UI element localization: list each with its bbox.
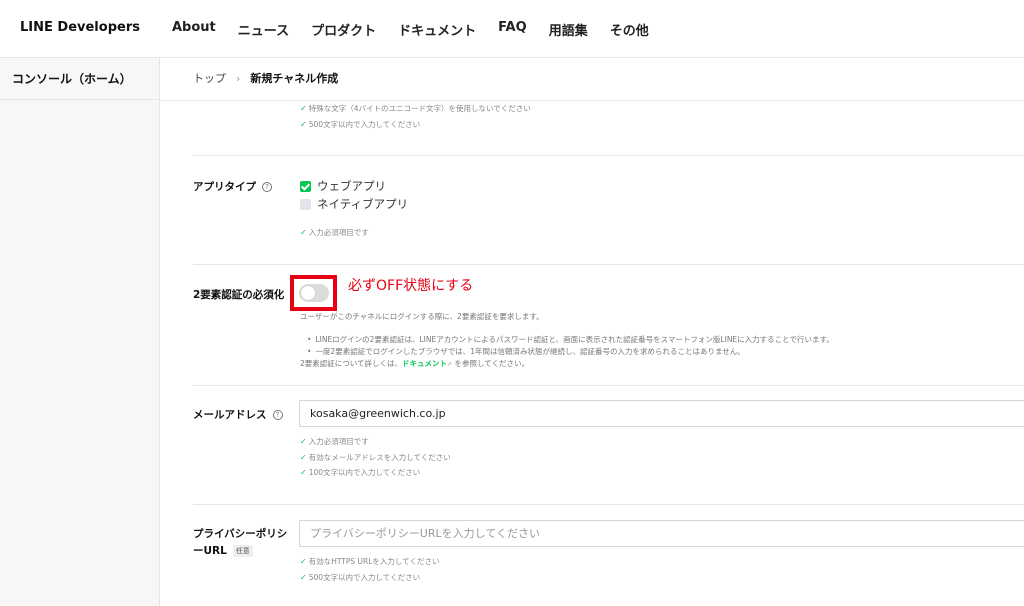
breadcrumb-separator: ›	[236, 71, 241, 85]
divider	[160, 100, 1024, 101]
two-factor-bullet: 一度2要素認証でログインしたブラウザでは、1年間は信頼済み状態が継続し、認証番号…	[307, 346, 744, 357]
hint-max-500: ✓ 500文字以内で入力してください	[300, 573, 421, 582]
check-icon: ✓	[300, 104, 307, 113]
checkbox-checked-icon[interactable]	[300, 180, 311, 192]
highlight-box	[290, 275, 337, 311]
hint-max-100: ✓ 100文字以内で入力してください	[300, 468, 421, 477]
check-icon: ✓	[300, 468, 307, 477]
divider	[193, 155, 1024, 156]
hint-no-special-chars: ✓ 特殊な文字（4バイトのユニコード文字）を使用しないでください	[300, 104, 531, 113]
header: LINE Developers About ニュース プロダクト ドキュメント …	[0, 0, 1024, 58]
nav-glossary[interactable]: 用語集	[549, 20, 588, 39]
nav-news[interactable]: ニュース	[238, 20, 289, 39]
two-factor-more-info: 2要素認証について詳しくは、ドキュメント↗ を参照してください。	[300, 359, 530, 368]
hint-valid-email: ✓ 有効なメールアドレスを入力してください	[300, 453, 451, 462]
check-icon: ✓	[300, 453, 307, 462]
main-nav: About ニュース プロダクト ドキュメント FAQ 用語集 その他	[172, 20, 649, 39]
email-field[interactable]	[299, 400, 1024, 427]
divider	[193, 385, 1024, 386]
logo[interactable]: LINE Developers	[20, 20, 140, 35]
hint-required: ✓ 入力必須項目です	[300, 228, 369, 237]
email-label: メールアドレス?	[193, 407, 283, 422]
checkbox-unchecked-icon[interactable]	[300, 198, 311, 210]
sidebar-item-console-home[interactable]: コンソール（ホーム）	[0, 58, 159, 100]
check-icon: ✓	[300, 573, 307, 582]
app-type-label: アプリタイプ?	[193, 179, 272, 194]
privacy-url-field[interactable]	[299, 520, 1024, 547]
nav-products[interactable]: プロダクト	[311, 20, 376, 39]
check-icon: ✓	[300, 228, 307, 237]
check-icon: ✓	[300, 120, 307, 129]
hint-valid-https: ✓ 有効なHTTPS URLを入力してください	[300, 557, 440, 566]
breadcrumb-current: 新規チャネル作成	[250, 72, 339, 85]
option-label: ネイティブアプリ	[317, 197, 409, 211]
hint-required: ✓ 入力必須項目です	[300, 437, 369, 446]
breadcrumb-top[interactable]: トップ	[193, 70, 226, 86]
app-type-option-web[interactable]: ウェブアプリ	[300, 178, 386, 194]
check-icon: ✓	[300, 437, 307, 446]
check-icon: ✓	[300, 557, 307, 566]
optional-badge: 任意	[232, 545, 253, 557]
help-icon[interactable]: ?	[272, 410, 283, 420]
privacy-label-line2: ーURL 任意	[193, 543, 253, 558]
privacy-label: プライバシーポリシ	[193, 528, 288, 540]
documentation-link[interactable]: ドキュメント	[402, 359, 447, 368]
annotation-text: 必ずOFF状態にする	[348, 278, 474, 294]
two-factor-description: ユーザーがこのチャネルにログインする際に、2要素認証を要求します。	[300, 312, 544, 321]
sidebar: コンソール（ホーム）	[0, 58, 160, 606]
divider	[193, 504, 1024, 505]
help-icon[interactable]: ?	[262, 182, 272, 192]
option-label: ウェブアプリ	[317, 179, 386, 193]
two-factor-bullet: LINEログインの2要素認証は、LINEアカウントによるパスワード認証と、画面に…	[307, 334, 833, 345]
nav-faq[interactable]: FAQ	[498, 20, 527, 39]
divider	[193, 264, 1024, 265]
two-factor-label: 2要素認証の必須化	[193, 289, 285, 301]
nav-documents[interactable]: ドキュメント	[398, 20, 476, 39]
breadcrumb: トップ › 新規チャネル作成	[193, 70, 338, 86]
hint-max-500: ✓ 500文字以内で入力してください	[300, 120, 421, 129]
nav-other[interactable]: その他	[610, 20, 649, 39]
app-type-option-native[interactable]: ネイティブアプリ	[300, 196, 408, 212]
nav-about[interactable]: About	[172, 20, 216, 39]
